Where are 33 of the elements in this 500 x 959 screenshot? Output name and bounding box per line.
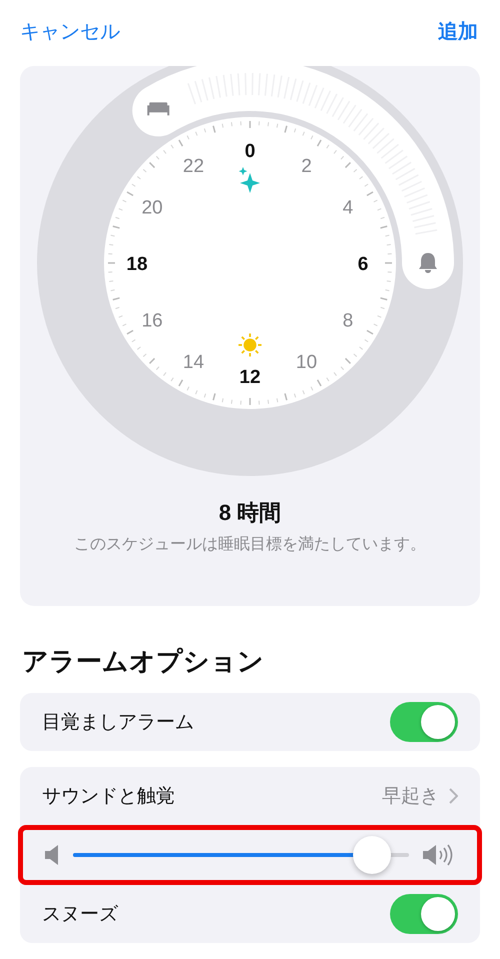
hour-label: 14 [182,352,204,373]
toggle-switch[interactable] [390,894,458,934]
option-label: 目覚ましアラーム [42,711,194,735]
sun-icon [238,334,262,356]
sparkle-icon [238,167,260,193]
volume-slider[interactable] [73,836,409,874]
volume-low-icon [45,844,59,866]
hour-label: 4 [342,198,354,218]
hour-label: 20 [142,198,163,218]
hour-label: 2 [301,156,312,178]
section-title: アラームオプション [21,645,265,678]
add-button[interactable]: 追加 [438,18,478,44]
hour-label: 18 [126,254,148,275]
sleep-duration: 8 時間 [218,499,282,527]
toggle-switch[interactable] [390,702,458,742]
goal-note: このスケジュールは睡眠目標を満たしています。 [74,534,426,555]
sound-row[interactable]: サウンドと触覚 早起き [20,767,480,825]
hour-label: 0 [244,141,256,162]
hour-label: 8 [342,310,354,332]
option-label: サウンドと触覚 [42,785,175,809]
hour-label: 22 [182,156,204,178]
bell-icon[interactable] [419,253,437,273]
hour-label: 10 [296,352,318,373]
option-label: スヌーズ [42,903,118,927]
bed-icon[interactable] [147,102,170,116]
option-value: 早起き [382,785,439,809]
volume-high-icon [423,844,455,866]
hour-label: 12 [239,367,261,388]
chevron-icon [449,788,458,804]
slider-thumb[interactable] [353,836,392,874]
cancel-button[interactable]: キャンセル [20,18,120,44]
hour-label: 16 [142,310,163,332]
hour-label: 6 [358,254,368,275]
